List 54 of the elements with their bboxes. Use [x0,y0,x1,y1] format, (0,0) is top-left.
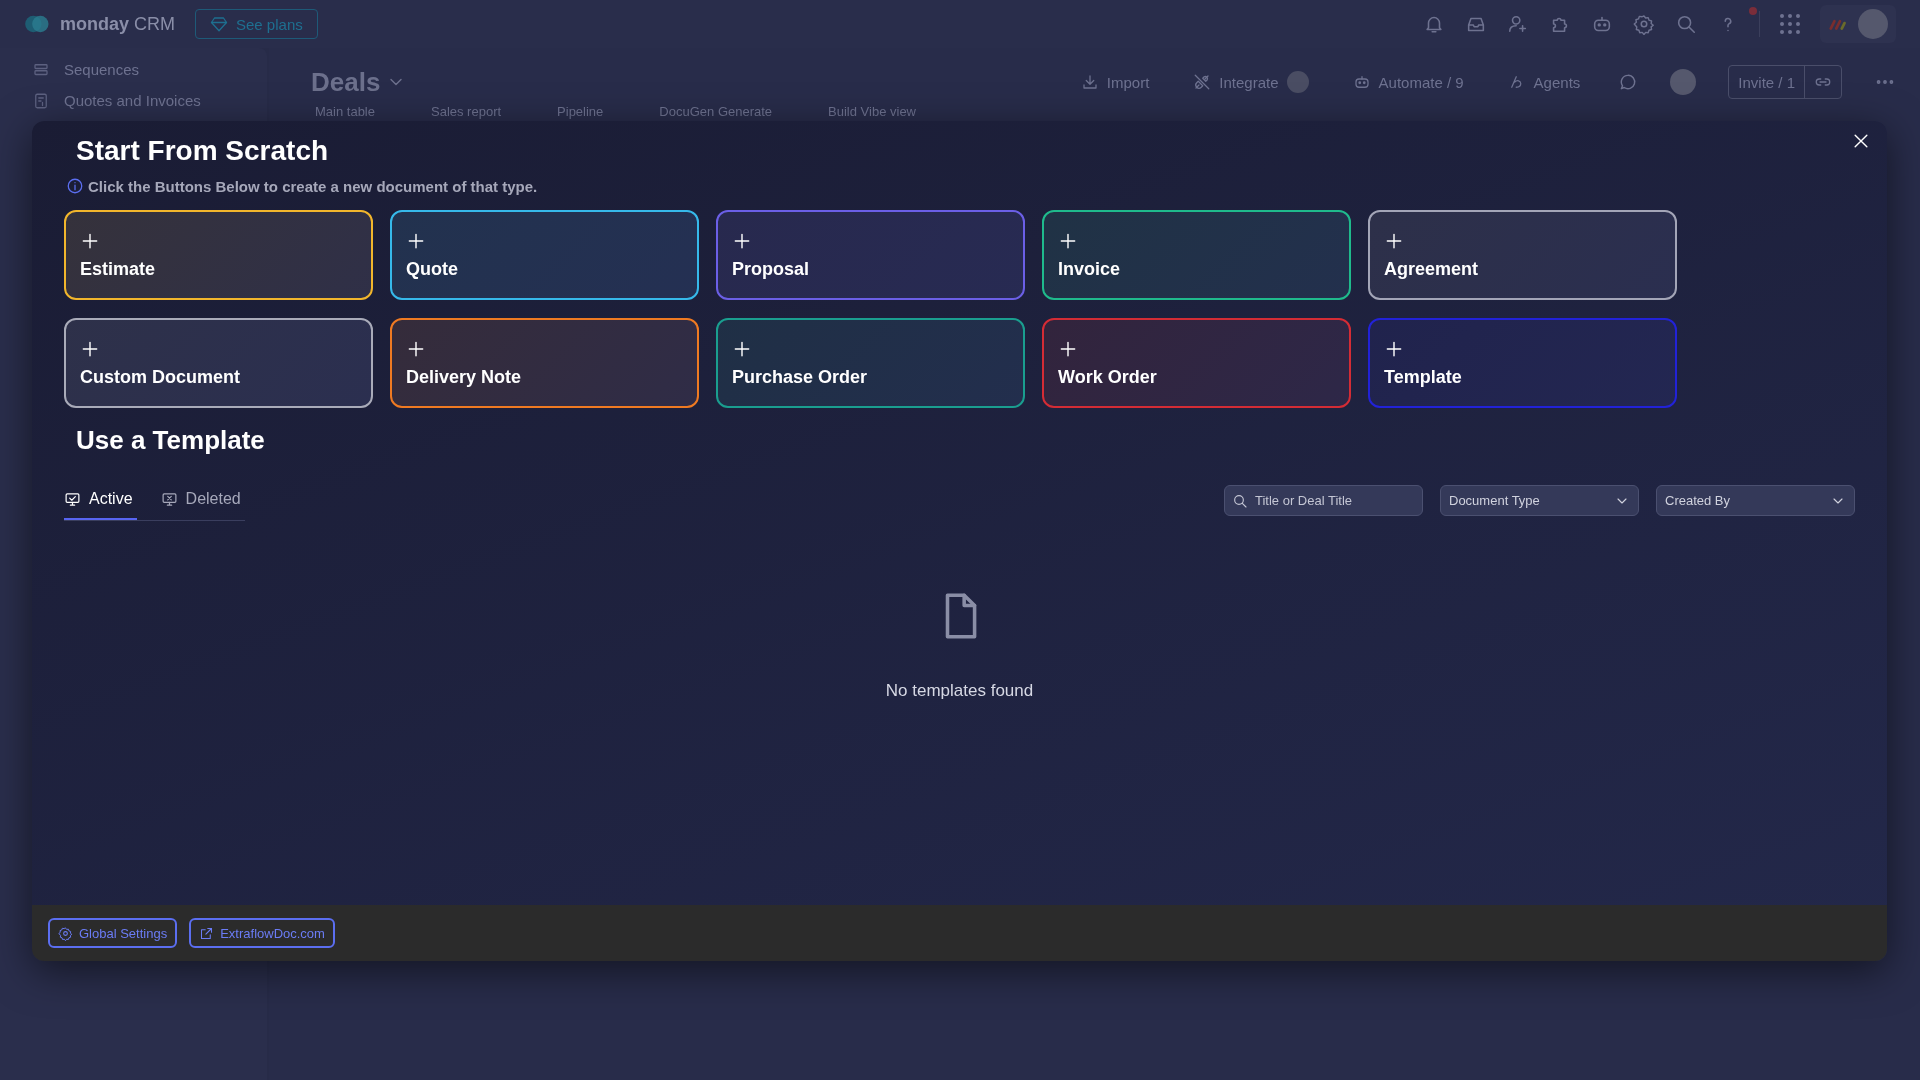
document-type-button[interactable]: Estimate [64,210,373,300]
view-tab[interactable]: DocuGen Generate [659,104,773,119]
settings-button[interactable]: Global Settings [48,918,178,948]
view-tab[interactable]: Pipeline [557,104,604,119]
instruction-text: Click the Buttons Below to create a new document of that type. [88,177,538,195]
view-tab[interactable]: Build Vibe view [828,104,916,119]
mail-app-icon [1286,71,1309,93]
diamond-icon [210,15,228,33]
view-tab[interactable]: Main table [315,104,375,119]
receipt-icon [32,91,50,110]
monitor-check-icon [64,490,81,508]
search-icon[interactable] [1675,13,1697,35]
section-title: Start From Scratch [76,134,330,168]
robot-icon [1352,73,1371,91]
document-type-button[interactable]: Invoice [1042,210,1351,300]
document-type-button[interactable]: Delivery Note [390,318,699,408]
toolbar-button[interactable]: Agents [1501,72,1587,92]
document-type-button[interactable]: Custom Document [64,318,373,408]
tab[interactable]: Deleted [160,480,245,520]
document-type-button[interactable]: Work Order [1042,318,1351,408]
empty-state-text: No templates found [885,681,1034,701]
see-plans-button[interactable]: See plans [195,9,318,39]
toolbar-button[interactable]: Integrate [1187,70,1315,94]
info-icon [66,177,84,195]
toolbar-button[interactable]: Import [1074,72,1156,92]
settings-icon[interactable] [1633,13,1655,35]
tab[interactable]: Active [64,480,137,520]
toolbar-button[interactable]: Automate / 9 [1346,72,1470,92]
monitor-x-icon [160,490,178,508]
unplug-icon [1193,73,1212,91]
view-tab[interactable]: Sales report [431,104,502,119]
filter-dropdown[interactable]: Created By [1656,485,1855,516]
app-logo-text: monday CRM [60,13,175,35]
document-type-button[interactable]: Purchase Order [716,318,1025,408]
user-avatar[interactable] [1858,9,1888,39]
document-type-button[interactable]: Quote [390,210,699,300]
website-link[interactable]: ExtraflowDoc.com [189,918,335,948]
document-type-button[interactable]: Agreement [1368,210,1677,300]
external-link-icon [199,925,215,941]
notification-dot [1749,7,1757,15]
download-icon [1080,73,1099,91]
sidebar-item[interactable]: Sequences [32,54,267,85]
search-field[interactable]: Title or Deal Title [1224,485,1423,516]
search-icon [1232,493,1248,509]
person-add-icon[interactable] [1507,13,1529,35]
board-title[interactable]: Deals [311,66,381,98]
section-title: Use a Template [76,424,266,457]
document-type-button[interactable]: Template [1368,318,1677,408]
filter-dropdown[interactable]: Document Type [1440,485,1639,516]
settings-icon [58,925,73,941]
apps-grid-icon[interactable] [1780,14,1800,34]
user-avatar[interactable] [1670,69,1697,95]
document-type-button[interactable]: Proposal [716,210,1025,300]
sidebar-item[interactable]: Quotes and Invoices [32,85,267,116]
